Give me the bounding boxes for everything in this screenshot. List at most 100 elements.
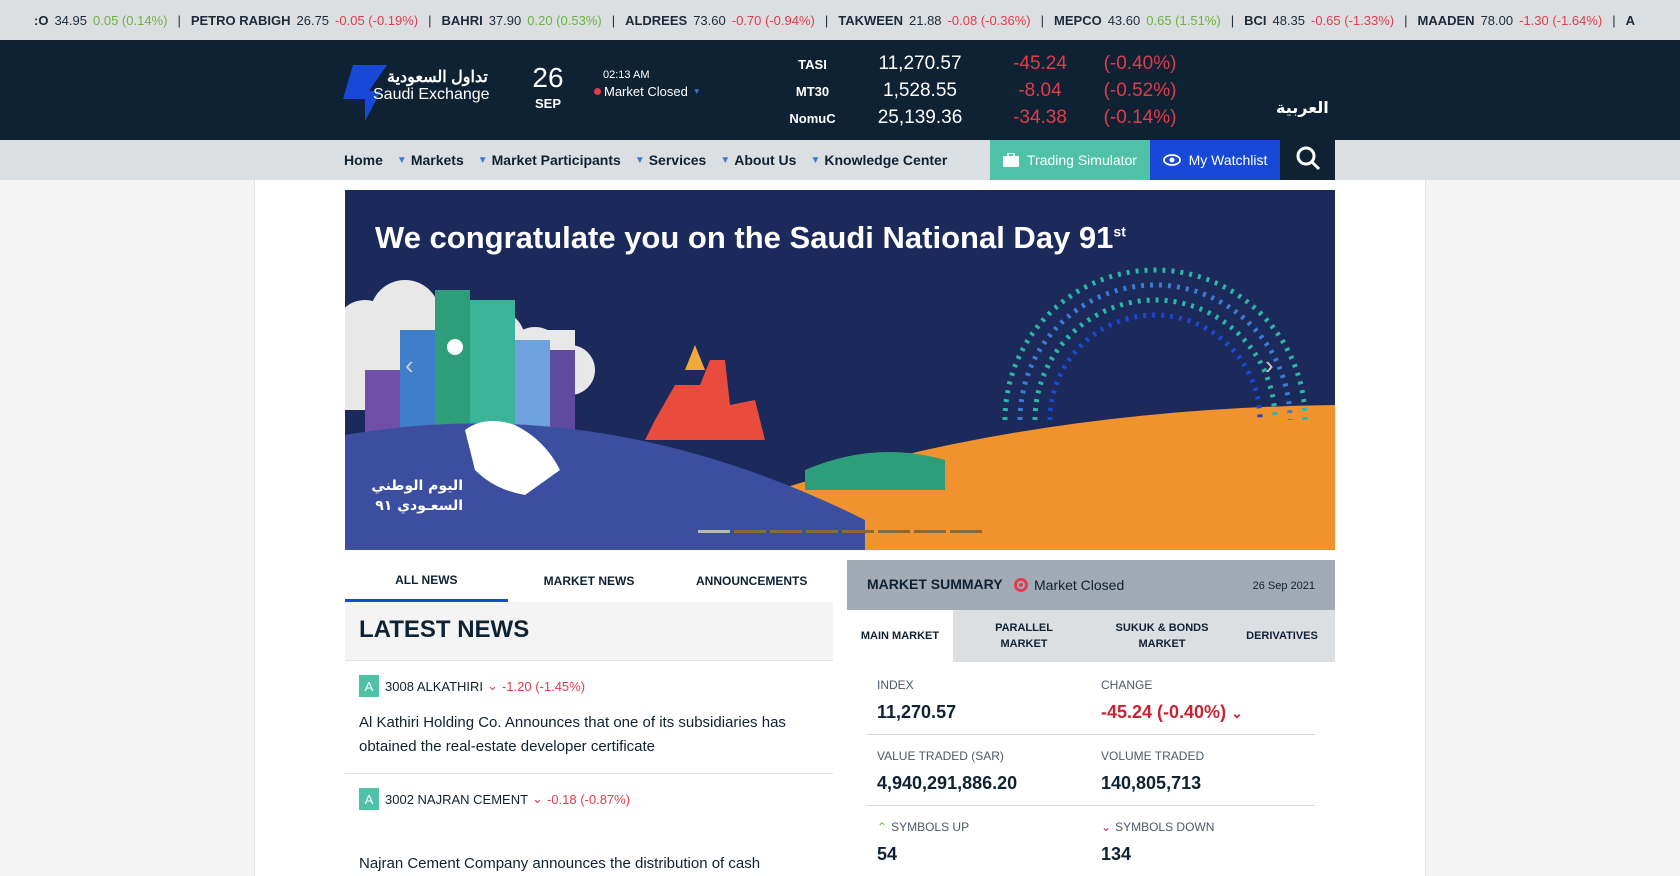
banner-title: We congratulate you on the Saudi Nationa…: [375, 220, 1126, 256]
carousel-indicators: [698, 530, 982, 533]
index-percent: (-0.14%): [1103, 107, 1177, 128]
ticker-item[interactable]: | MEPCO 43.60 0.65 (1.51%): [1031, 0, 1221, 40]
ticker-item[interactable]: | BAHRI 37.90 0.20 (0.53%): [418, 0, 602, 40]
chevron-down-icon: ▼: [396, 154, 407, 166]
chevron-right-icon[interactable]: ›: [1265, 350, 1274, 381]
market-summary-tabs: MAIN MARKET PARALLEL MARKET SUKUK & BOND…: [847, 610, 1335, 662]
nav-item-home[interactable]: Home: [344, 152, 383, 168]
value-traded: 4,940,291,886.20: [877, 773, 1018, 793]
hero-banner[interactable]: We congratulate you on the Saudi Nationa…: [345, 190, 1335, 550]
my-watchlist-label: My Watchlist: [1188, 152, 1268, 168]
language-switch-link[interactable]: العربية: [1276, 98, 1329, 117]
ticker-separator: |: [1612, 12, 1616, 28]
news-item[interactable]: A 3002 NAJRAN CEMENT ⌄ -0.18 (-0.87%) Na…: [345, 773, 833, 876]
nav-item-label: Home: [344, 152, 383, 168]
symbols-up-cell: ⌃ SYMBOLS UP 54: [877, 820, 1102, 865]
carousel-dot[interactable]: [698, 530, 730, 533]
nav-item-market-participants[interactable]: ▼ Market Participants: [464, 152, 621, 168]
symbols-down-label: SYMBOLS DOWN: [1115, 820, 1215, 834]
ticker-item[interactable]: | A: [1602, 0, 1647, 40]
ticker-track: :O 34.95 0.05 (0.14%) | PETRO RABIGH 26.75 -0.…: [34, 0, 1647, 40]
ticker-symbol: TAKWEEN: [838, 12, 903, 28]
tab-all-news[interactable]: ALL NEWS: [345, 560, 508, 602]
date-day: 26: [532, 62, 564, 93]
search-icon: [1295, 145, 1321, 176]
news-text[interactable]: Al Kathiri Holding Co. Announces that on…: [359, 711, 821, 759]
index-row-nomuc[interactable]: NomuC 25,139.36 -34.38 (-0.14%): [780, 105, 1200, 131]
nav-item-about-us[interactable]: ▼ About Us: [706, 152, 796, 168]
ticker-price: 21.88: [909, 12, 942, 28]
news-badge: A: [359, 788, 379, 810]
symbols-down-value: 134: [1101, 844, 1132, 864]
tab-derivatives[interactable]: DERIVATIVES: [1229, 610, 1335, 662]
change-cell: CHANGE -45.24 (-0.40%) ⌄: [1101, 678, 1326, 723]
index-row-tasi[interactable]: TASI 11,270.57 -45.24 (-0.40%): [780, 51, 1200, 77]
search-button[interactable]: [1280, 140, 1335, 180]
date-month: SEP: [534, 96, 561, 111]
nav-item-knowledge-center[interactable]: ▼ Knowledge Center: [796, 152, 947, 168]
ticker-separator: |: [428, 12, 432, 28]
logo[interactable]: تداول السعودية Saudi Exchange: [343, 65, 493, 121]
divider: [867, 734, 1315, 735]
symbols-up-value: 54: [877, 844, 898, 864]
market-time: 02:13 AM: [603, 69, 650, 81]
market-status-dropdown[interactable]: Market Closed ▼: [594, 84, 701, 99]
stock-ticker[interactable]: :O 34.95 0.05 (0.14%) | PETRO RABIGH 26.75 -0.…: [0, 0, 1680, 40]
ticker-symbol: BAHRI: [441, 12, 483, 28]
tab-main-market[interactable]: MAIN MARKET: [847, 610, 953, 662]
carousel-dot[interactable]: [842, 530, 874, 533]
tab-parallel-market[interactable]: PARALLEL MARKET: [953, 610, 1095, 662]
carousel-dot[interactable]: [806, 530, 838, 533]
status-ring-icon: [1014, 578, 1028, 592]
news-meta: A 3008 ALKATHIRI ⌄ -1.20 (-1.45%): [359, 675, 585, 697]
change-value-row: -45.24 (-0.40%) ⌄: [1101, 702, 1326, 723]
tab-market-news[interactable]: MARKET NEWS: [508, 560, 671, 602]
ticker-item[interactable]: | ALDREES 73.60 -0.70 (-0.94%): [602, 0, 815, 40]
nav-item-services[interactable]: ▼ Services: [621, 152, 707, 168]
ticker-change: -0.70 (-0.94%): [731, 12, 815, 28]
news-badge: A: [359, 675, 379, 697]
logo-text-line-1: اليوم الوطني: [371, 478, 463, 494]
index-row-mt30[interactable]: MT30 1,528.55 -8.04 (-0.52%): [780, 78, 1200, 104]
ticker-item[interactable]: | PETRO RABIGH 26.75 -0.05 (-0.19%): [167, 0, 418, 40]
symbols-down-cell: ⌄ SYMBOLS DOWN 134: [1101, 820, 1326, 865]
ticker-change: 0.05 (0.14%): [93, 12, 168, 28]
ticker-symbol: PETRO RABIGH: [190, 12, 291, 28]
news-item[interactable]: A 3008 ALKATHIRI ⌄ -1.20 (-1.45%) Al Kat…: [345, 660, 833, 773]
ticker-item[interactable]: | MAADEN 78.00 -1.30 (-1.64%): [1394, 0, 1602, 40]
main-nav: Home ▼ Markets ▼ Market Participants ▼ Serv…: [0, 140, 1680, 180]
ticker-separator: |: [177, 12, 181, 28]
ticker-separator: |: [611, 12, 616, 28]
ticker-item[interactable]: | TAKWEEN 21.88 -0.08 (-0.36%): [815, 0, 1031, 40]
nav-item-markets[interactable]: ▼ Markets: [383, 152, 464, 168]
eye-icon: [1162, 154, 1181, 166]
index-name: TASI: [798, 56, 827, 72]
tab-announcements[interactable]: ANNOUNCEMENTS: [670, 560, 833, 602]
status-dot-icon: [594, 88, 601, 95]
carousel-dot[interactable]: [878, 530, 910, 533]
index-name: MT30: [795, 83, 830, 99]
ticker-price: 73.60: [693, 12, 726, 28]
ticker-change: -1.30 (-1.64%): [1519, 12, 1603, 28]
nav-item-label: Knowledge Center: [824, 152, 948, 168]
my-watchlist-button[interactable]: My Watchlist: [1150, 140, 1280, 180]
volume-traded: 140,805,713: [1101, 773, 1202, 793]
trading-simulator-button[interactable]: Trading Simulator: [990, 140, 1150, 180]
news-text[interactable]: Najran Cement Company announces the dist…: [359, 852, 821, 876]
chevron-down-icon: ▼: [477, 154, 488, 166]
news-symbol[interactable]: 3008 ALKATHIRI: [385, 679, 483, 694]
carousel-dot[interactable]: [734, 530, 766, 533]
news-symbol[interactable]: 3002 NAJRAN CEMENT: [385, 792, 528, 807]
symbols-down-label-row: ⌄ SYMBOLS DOWN: [1101, 820, 1326, 834]
ticker-item[interactable]: | BCI 48.35 -0.65 (-1.33%): [1221, 0, 1394, 40]
latest-news-heading: LATEST NEWS: [359, 616, 530, 643]
ticker-item[interactable]: :O 34.95 0.05 (0.14%): [34, 0, 167, 40]
change-label: CHANGE: [1101, 678, 1153, 692]
tab-sukuk-bonds-market[interactable]: SUKUK & BONDS MARKET: [1095, 610, 1229, 662]
nav-item-label: Services: [648, 152, 707, 168]
chevron-left-icon[interactable]: ‹: [405, 350, 414, 381]
carousel-dot[interactable]: [950, 530, 982, 533]
carousel-dot[interactable]: [770, 530, 802, 533]
ticker-symbol: BCI: [1244, 12, 1267, 28]
carousel-dot[interactable]: [914, 530, 946, 533]
